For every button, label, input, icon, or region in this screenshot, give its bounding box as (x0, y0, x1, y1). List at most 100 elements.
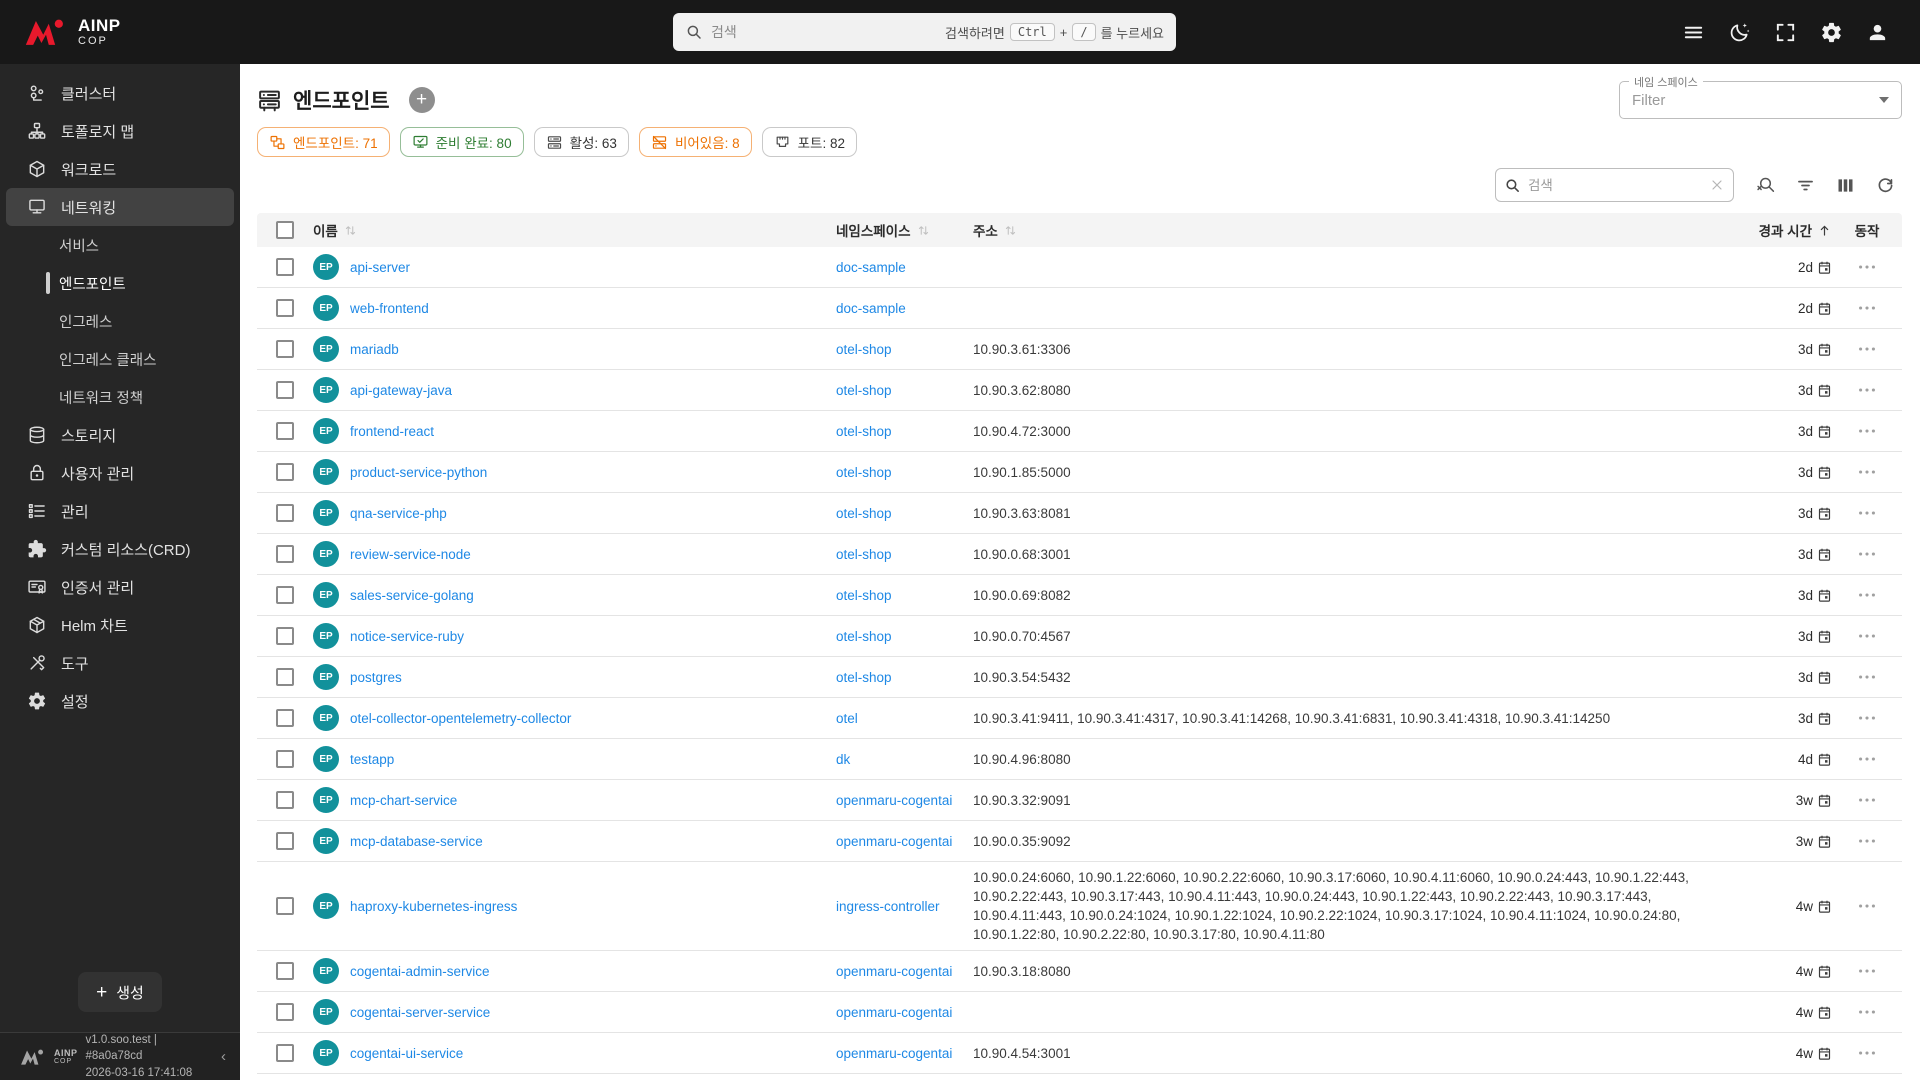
namespace-link[interactable]: openmaru-cogentai (836, 964, 952, 979)
sidebar-collapse-icon[interactable]: ‹ (217, 1044, 230, 1069)
global-search-input[interactable] (711, 24, 938, 40)
settings-icon[interactable] (1812, 13, 1850, 51)
sidebar-item-인그레스[interactable]: 인그레스 (0, 302, 240, 340)
row-checkbox[interactable] (276, 897, 294, 915)
namespace-link[interactable]: openmaru-cogentai (836, 834, 952, 849)
column-header-3[interactable]: 주소 (973, 220, 1752, 240)
sidebar-item-networking[interactable]: 네트워킹 (6, 188, 234, 226)
create-button[interactable]: + 생성 (78, 972, 162, 1012)
app-logo[interactable]: AINP COP (0, 17, 121, 47)
row-checkbox[interactable] (276, 340, 294, 358)
endpoint-name-link[interactable]: qna-service-php (350, 506, 447, 521)
row-checkbox[interactable] (276, 463, 294, 481)
row-checkbox[interactable] (276, 962, 294, 980)
more-options-icon[interactable] (1832, 379, 1902, 401)
sidebar-item-checklist[interactable]: 관리 (0, 492, 240, 530)
more-options-icon[interactable] (1832, 297, 1902, 319)
more-options-icon[interactable] (1832, 256, 1902, 278)
namespace-link[interactable]: openmaru-cogentai (836, 1005, 952, 1020)
sidebar-item-lock[interactable]: 사용자 관리 (0, 454, 240, 492)
namespace-link[interactable]: openmaru-cogentai (836, 793, 952, 808)
columns-icon[interactable] (1828, 168, 1862, 202)
endpoint-name-link[interactable]: cogentai-server-service (350, 1005, 490, 1020)
endpoint-name-link[interactable]: haproxy-kubernetes-ingress (350, 899, 517, 914)
endpoint-name-link[interactable]: mcp-chart-service (350, 793, 457, 808)
sidebar-item-tools[interactable]: 도구 (0, 644, 240, 682)
namespace-link[interactable]: otel-shop (836, 342, 892, 357)
row-checkbox[interactable] (276, 258, 294, 276)
namespace-link[interactable]: otel-shop (836, 629, 892, 644)
endpoint-name-link[interactable]: frontend-react (350, 424, 434, 439)
column-header-2[interactable]: 네임스페이스 (836, 220, 973, 240)
more-options-icon[interactable] (1832, 707, 1902, 729)
more-options-icon[interactable] (1832, 338, 1902, 360)
refresh-icon[interactable] (1868, 168, 1902, 202)
sidebar-item-cluster[interactable]: 클러스터 (0, 74, 240, 112)
row-checkbox[interactable] (276, 422, 294, 440)
row-checkbox[interactable] (276, 1044, 294, 1062)
sidebar-item-서비스[interactable]: 서비스 (0, 226, 240, 264)
sidebar-item-workload[interactable]: 워크로드 (0, 150, 240, 188)
column-header-1[interactable]: 이름 (313, 220, 836, 240)
namespace-filter-select[interactable]: 네임 스페이스 Filter (1619, 74, 1902, 119)
namespace-link[interactable]: otel-shop (836, 547, 892, 562)
more-options-icon[interactable] (1832, 830, 1902, 852)
namespace-link[interactable]: doc-sample (836, 260, 906, 275)
row-checkbox[interactable] (276, 545, 294, 563)
row-checkbox[interactable] (276, 709, 294, 727)
sidebar-item-helm[interactable]: Helm 차트 (0, 606, 240, 644)
sidebar-item-certificate[interactable]: 인증서 관리 (0, 568, 240, 606)
endpoint-name-link[interactable]: product-service-python (350, 465, 487, 480)
row-checkbox[interactable] (276, 504, 294, 522)
namespace-link[interactable]: otel-shop (836, 465, 892, 480)
namespace-link[interactable]: openmaru-cogentai (836, 1046, 952, 1061)
row-checkbox[interactable] (276, 1003, 294, 1021)
row-checkbox[interactable] (276, 750, 294, 768)
row-checkbox[interactable] (276, 832, 294, 850)
dark-mode-icon[interactable] (1720, 13, 1758, 51)
namespace-link[interactable]: dk (836, 752, 850, 767)
namespace-link[interactable]: otel-shop (836, 588, 892, 603)
endpoint-name-link[interactable]: api-server (350, 260, 410, 275)
more-options-icon[interactable] (1832, 895, 1902, 917)
endpoint-name-link[interactable]: otel-collector-opentelemetry-collector (350, 711, 571, 726)
sidebar-item-인그레스-클래스[interactable]: 인그레스 클래스 (0, 340, 240, 378)
chip-active[interactable]: 활성: 63 (533, 127, 629, 157)
more-options-icon[interactable] (1832, 960, 1902, 982)
fullscreen-icon[interactable] (1766, 13, 1804, 51)
sidebar-item-puzzle[interactable]: 커스텀 리소스(CRD) (0, 530, 240, 568)
global-search[interactable]: 검색하려면 Ctrl + / 를 누르세요 (673, 13, 1176, 51)
chip-port[interactable]: 포트: 82 (761, 127, 857, 157)
select-all-checkbox[interactable] (276, 221, 294, 239)
more-options-icon[interactable] (1832, 543, 1902, 565)
endpoint-name-link[interactable]: review-service-node (350, 547, 471, 562)
endpoint-name-link[interactable]: mcp-database-service (350, 834, 483, 849)
sidebar-item-topology[interactable]: 토폴로지 맵 (0, 112, 240, 150)
row-checkbox[interactable] (276, 791, 294, 809)
row-checkbox[interactable] (276, 668, 294, 686)
search-reset-icon[interactable] (1748, 168, 1782, 202)
table-search[interactable] (1495, 168, 1734, 202)
row-checkbox[interactable] (276, 586, 294, 604)
endpoint-name-link[interactable]: notice-service-ruby (350, 629, 464, 644)
more-options-icon[interactable] (1832, 1001, 1902, 1023)
more-options-icon[interactable] (1832, 789, 1902, 811)
namespace-link[interactable]: otel-shop (836, 383, 892, 398)
account-icon[interactable] (1858, 13, 1896, 51)
namespace-link[interactable]: otel-shop (836, 506, 892, 521)
sidebar-item-storage[interactable]: 스토리지 (0, 416, 240, 454)
more-options-icon[interactable] (1832, 666, 1902, 688)
namespace-link[interactable]: ingress-controller (836, 899, 940, 914)
more-options-icon[interactable] (1832, 748, 1902, 770)
sidebar-item-네트워크-정책[interactable]: 네트워크 정책 (0, 378, 240, 416)
filter-icon[interactable] (1788, 168, 1822, 202)
column-header-4[interactable]: 경과 시간 (1752, 220, 1832, 240)
hamburger-menu-icon[interactable] (1674, 13, 1712, 51)
more-options-icon[interactable] (1832, 584, 1902, 606)
chip-ready[interactable]: 준비 완료: 80 (399, 127, 524, 157)
table-search-input[interactable] (1528, 177, 1702, 193)
sidebar-item-엔드포인트[interactable]: 엔드포인트 (0, 264, 240, 302)
add-endpoint-button[interactable]: + (408, 87, 435, 113)
namespace-link[interactable]: otel-shop (836, 424, 892, 439)
row-checkbox[interactable] (276, 627, 294, 645)
